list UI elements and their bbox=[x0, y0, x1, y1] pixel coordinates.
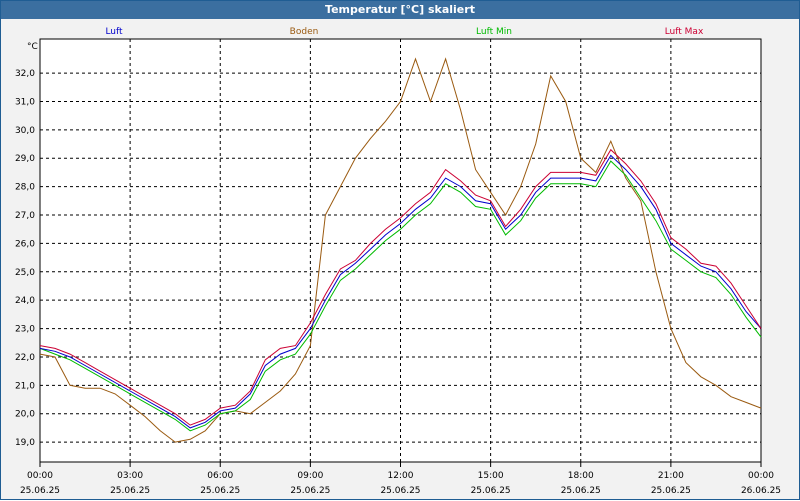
y-tick-label: 25,0 bbox=[15, 268, 35, 278]
x-tick-date: 25.06.25 bbox=[110, 486, 150, 496]
x-tick-date: 25.06.25 bbox=[471, 486, 511, 496]
x-tick-time: 18:00 bbox=[568, 471, 594, 481]
x-tick-date: 26.06.25 bbox=[741, 486, 781, 496]
x-tick-time: 00:00 bbox=[27, 471, 53, 481]
y-tick-label: 24,0 bbox=[15, 296, 35, 306]
y-tick-label: 31,0 bbox=[15, 97, 35, 107]
y-tick-label: 20,0 bbox=[15, 410, 35, 420]
y-tick-label: 32,0 bbox=[15, 69, 35, 79]
y-tick-label: 23,0 bbox=[15, 325, 35, 335]
legend-luft-max: Luft Max bbox=[665, 27, 704, 37]
y-tick-label: 19,0 bbox=[15, 438, 35, 448]
y-tick-label: 22,0 bbox=[15, 353, 35, 363]
x-tick-date: 25.06.25 bbox=[290, 486, 330, 496]
y-tick-label: 29,0 bbox=[15, 154, 35, 164]
x-tick-time: 09:00 bbox=[297, 471, 323, 481]
legend-luft: Luft bbox=[105, 27, 123, 37]
y-tick-label: 26,0 bbox=[15, 239, 35, 249]
temperature-chart: °C Luft Boden Luft Min Luft Max 19,0 20,0… bbox=[15, 27, 781, 496]
x-tick-date: 25.06.25 bbox=[200, 486, 240, 496]
legend-luft-min: Luft Min bbox=[476, 27, 512, 37]
y-axis-unit: °C bbox=[27, 42, 38, 52]
x-tick-date: 25.06.25 bbox=[380, 486, 420, 496]
x-tick-date: 25.06.25 bbox=[20, 486, 60, 496]
x-tick-time: 12:00 bbox=[388, 471, 414, 481]
x-tick-time: 21:00 bbox=[658, 471, 684, 481]
x-tick-time: 15:00 bbox=[478, 471, 504, 481]
y-tick-label: 27,0 bbox=[15, 211, 35, 221]
x-tick-time: 00:00 bbox=[748, 471, 774, 481]
chart-window: Temperatur [°C] skaliert °C Luft Boden L… bbox=[0, 0, 800, 500]
y-tick-label: 30,0 bbox=[15, 126, 35, 136]
legend-boden: Boden bbox=[290, 27, 319, 37]
y-tick-label: 28,0 bbox=[15, 183, 35, 193]
x-tick-time: 03:00 bbox=[117, 471, 143, 481]
y-tick-label: 21,0 bbox=[15, 381, 35, 391]
x-tick-time: 06:00 bbox=[207, 471, 233, 481]
x-tick-date: 25.06.25 bbox=[561, 486, 601, 496]
x-tick-date: 25.06.25 bbox=[651, 486, 691, 496]
